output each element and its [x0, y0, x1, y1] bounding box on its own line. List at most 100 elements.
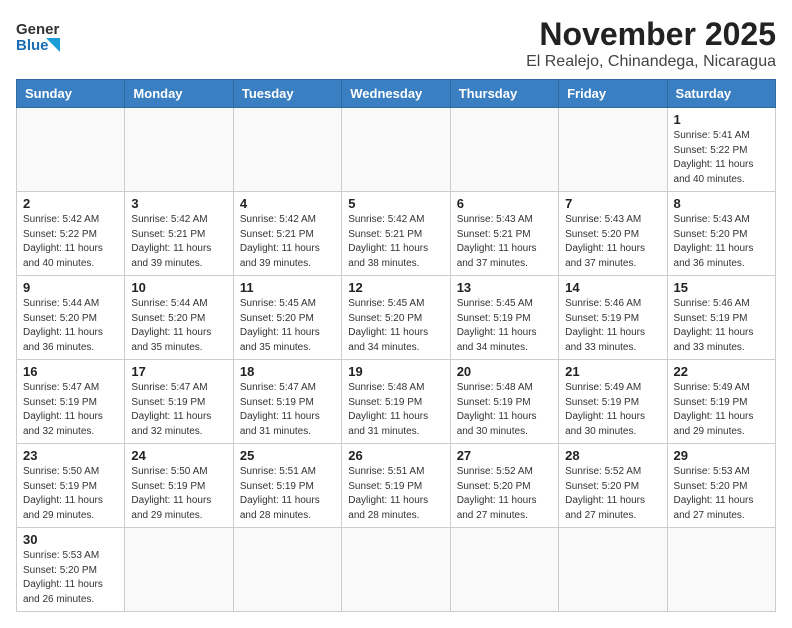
calendar-cell: 24 Sunrise: 5:50 AM Sunset: 5:19 PM Dayli…: [125, 444, 233, 528]
day-number: 24: [131, 448, 226, 463]
calendar-cell: [667, 528, 775, 612]
calendar-cell: [342, 528, 450, 612]
weekday-header-friday: Friday: [559, 80, 667, 108]
calendar-cell: 25 Sunrise: 5:51 AM Sunset: 5:19 PM Dayli…: [233, 444, 341, 528]
day-number: 3: [131, 196, 226, 211]
calendar-cell: 7 Sunrise: 5:43 AM Sunset: 5:20 PM Daylig…: [559, 192, 667, 276]
day-info: Sunrise: 5:47 AM Sunset: 5:19 PM Dayligh…: [23, 381, 118, 439]
calendar-cell: 1Sunrise: 5:41 AM Sunset: 5:22 PM Daylig…: [667, 108, 775, 192]
day-number: 15: [674, 280, 769, 295]
day-number: 6: [457, 196, 552, 211]
day-info: Sunrise: 5:42 AM Sunset: 5:21 PM Dayligh…: [348, 213, 443, 271]
calendar-cell: [233, 528, 341, 612]
calendar-cell: 23 Sunrise: 5:50 AM Sunset: 5:19 PM Dayli…: [17, 444, 125, 528]
weekday-header-monday: Monday: [125, 80, 233, 108]
calendar-cell: 22 Sunrise: 5:49 AM Sunset: 5:19 PM Dayli…: [667, 360, 775, 444]
day-info: Sunrise: 5:45 AM Sunset: 5:20 PM Dayligh…: [240, 297, 335, 355]
calendar-cell: 6 Sunrise: 5:43 AM Sunset: 5:21 PM Daylig…: [450, 192, 558, 276]
weekday-header-saturday: Saturday: [667, 80, 775, 108]
calendar-cell: [233, 108, 341, 192]
day-info: Sunrise: 5:48 AM Sunset: 5:19 PM Dayligh…: [457, 381, 552, 439]
day-number: 11: [240, 280, 335, 295]
calendar-cell: 5 Sunrise: 5:42 AM Sunset: 5:21 PM Daylig…: [342, 192, 450, 276]
day-info: Sunrise: 5:52 AM Sunset: 5:20 PM Dayligh…: [565, 465, 660, 523]
day-info: Sunrise: 5:45 AM Sunset: 5:20 PM Dayligh…: [348, 297, 443, 355]
calendar-cell: 12 Sunrise: 5:45 AM Sunset: 5:20 PM Dayli…: [342, 276, 450, 360]
day-number: 18: [240, 364, 335, 379]
day-number: 2: [23, 196, 118, 211]
day-number: 30: [23, 532, 118, 547]
day-number: 14: [565, 280, 660, 295]
calendar-cell: [559, 108, 667, 192]
day-info: Sunrise: 5:51 AM Sunset: 5:19 PM Dayligh…: [348, 465, 443, 523]
day-number: 29: [674, 448, 769, 463]
day-number: 26: [348, 448, 443, 463]
day-info: Sunrise: 5:43 AM Sunset: 5:20 PM Dayligh…: [674, 213, 769, 271]
day-number: 20: [457, 364, 552, 379]
page-title: November 2025: [526, 16, 776, 53]
day-number: 5: [348, 196, 443, 211]
day-number: 28: [565, 448, 660, 463]
logo-icon: General Blue: [16, 16, 60, 54]
weekday-header-tuesday: Tuesday: [233, 80, 341, 108]
calendar-cell: 19 Sunrise: 5:48 AM Sunset: 5:19 PM Dayli…: [342, 360, 450, 444]
calendar-cell: 27Sunrise: 5:52 AM Sunset: 5:20 PM Dayli…: [450, 444, 558, 528]
day-number: 1: [674, 112, 769, 127]
calendar-cell: [125, 108, 233, 192]
day-info: Sunrise: 5:53 AM Sunset: 5:20 PM Dayligh…: [23, 549, 118, 607]
page-header: General Blue November 2025 El Realejo, C…: [16, 16, 776, 71]
day-info: Sunrise: 5:47 AM Sunset: 5:19 PM Dayligh…: [240, 381, 335, 439]
calendar-cell: 20 Sunrise: 5:48 AM Sunset: 5:19 PM Dayli…: [450, 360, 558, 444]
day-number: 19: [348, 364, 443, 379]
day-number: 21: [565, 364, 660, 379]
day-info: Sunrise: 5:42 AM Sunset: 5:22 PM Dayligh…: [23, 213, 118, 271]
day-info: Sunrise: 5:43 AM Sunset: 5:20 PM Dayligh…: [565, 213, 660, 271]
title-block: November 2025 El Realejo, Chinandega, Ni…: [526, 16, 776, 71]
day-info: Sunrise: 5:46 AM Sunset: 5:19 PM Dayligh…: [674, 297, 769, 355]
calendar-cell: 18 Sunrise: 5:47 AM Sunset: 5:19 PM Dayli…: [233, 360, 341, 444]
day-info: Sunrise: 5:53 AM Sunset: 5:20 PM Dayligh…: [674, 465, 769, 523]
day-info: Sunrise: 5:42 AM Sunset: 5:21 PM Dayligh…: [240, 213, 335, 271]
day-info: Sunrise: 5:45 AM Sunset: 5:19 PM Dayligh…: [457, 297, 552, 355]
day-info: Sunrise: 5:49 AM Sunset: 5:19 PM Dayligh…: [565, 381, 660, 439]
day-info: Sunrise: 5:51 AM Sunset: 5:19 PM Dayligh…: [240, 465, 335, 523]
calendar-cell: 3 Sunrise: 5:42 AM Sunset: 5:21 PM Daylig…: [125, 192, 233, 276]
day-info: Sunrise: 5:46 AM Sunset: 5:19 PM Dayligh…: [565, 297, 660, 355]
day-number: 17: [131, 364, 226, 379]
page-subtitle: El Realejo, Chinandega, Nicaragua: [526, 53, 776, 71]
day-number: 8: [674, 196, 769, 211]
day-number: 23: [23, 448, 118, 463]
day-info: Sunrise: 5:44 AM Sunset: 5:20 PM Dayligh…: [131, 297, 226, 355]
day-number: 25: [240, 448, 335, 463]
calendar-cell: [559, 528, 667, 612]
day-number: 13: [457, 280, 552, 295]
day-number: 10: [131, 280, 226, 295]
day-number: 9: [23, 280, 118, 295]
logo: General Blue: [16, 16, 60, 54]
calendar-cell: 29 Sunrise: 5:53 AM Sunset: 5:20 PM Dayli…: [667, 444, 775, 528]
day-info: Sunrise: 5:50 AM Sunset: 5:19 PM Dayligh…: [23, 465, 118, 523]
calendar-cell: [125, 528, 233, 612]
day-number: 12: [348, 280, 443, 295]
calendar-cell: [342, 108, 450, 192]
weekday-header-wednesday: Wednesday: [342, 80, 450, 108]
calendar-cell: 15 Sunrise: 5:46 AM Sunset: 5:19 PM Dayli…: [667, 276, 775, 360]
calendar-cell: 9Sunrise: 5:44 AM Sunset: 5:20 PM Daylig…: [17, 276, 125, 360]
day-info: Sunrise: 5:48 AM Sunset: 5:19 PM Dayligh…: [348, 381, 443, 439]
calendar-cell: 4Sunrise: 5:42 AM Sunset: 5:21 PM Daylig…: [233, 192, 341, 276]
day-number: 22: [674, 364, 769, 379]
day-info: Sunrise: 5:42 AM Sunset: 5:21 PM Dayligh…: [131, 213, 226, 271]
day-info: Sunrise: 5:49 AM Sunset: 5:19 PM Dayligh…: [674, 381, 769, 439]
day-info: Sunrise: 5:43 AM Sunset: 5:21 PM Dayligh…: [457, 213, 552, 271]
day-info: Sunrise: 5:50 AM Sunset: 5:19 PM Dayligh…: [131, 465, 226, 523]
calendar-cell: 8 Sunrise: 5:43 AM Sunset: 5:20 PM Daylig…: [667, 192, 775, 276]
calendar-cell: 14 Sunrise: 5:46 AM Sunset: 5:19 PM Dayli…: [559, 276, 667, 360]
day-number: 7: [565, 196, 660, 211]
calendar-cell: [450, 528, 558, 612]
day-number: 16: [23, 364, 118, 379]
svg-text:Blue: Blue: [16, 37, 49, 54]
day-number: 27: [457, 448, 552, 463]
svg-text:General: General: [16, 21, 60, 38]
calendar-cell: [450, 108, 558, 192]
calendar-cell: 17Sunrise: 5:47 AM Sunset: 5:19 PM Dayli…: [125, 360, 233, 444]
